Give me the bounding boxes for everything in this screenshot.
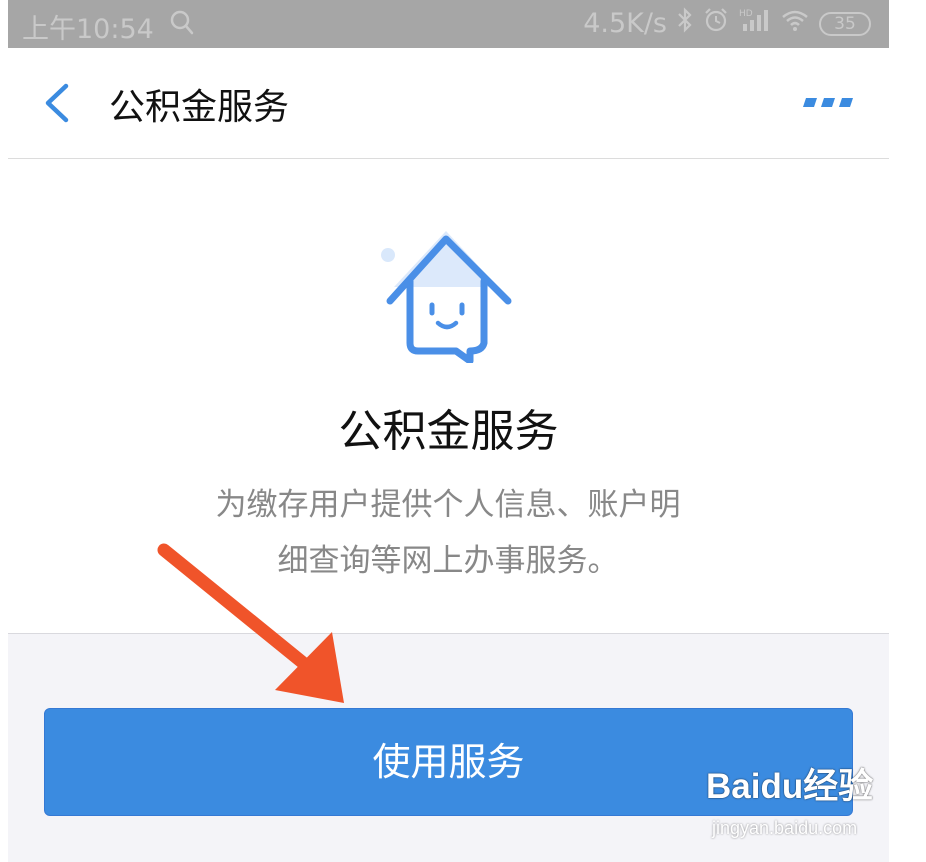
service-intro: 公积金服务 为缴存用户提供个人信息、账户明 细查询等网上办事服务。 <box>8 159 889 634</box>
baidu-watermark: Baidu经验 jingyan.baidu.com <box>706 758 882 844</box>
svg-text:HD: HD <box>739 9 753 19</box>
phone-screen: 上午10:54 4.5K/s HD 35 公积金服务 公积金服务 为缴存用户提供… <box>8 0 889 862</box>
hd-signal-icon: HD <box>739 7 771 40</box>
search-icon <box>170 10 194 43</box>
alarm-icon <box>703 7 729 40</box>
more-dots-icon <box>803 98 853 107</box>
back-button[interactable] <box>38 80 78 126</box>
watermark-logo: Baidu经验 <box>706 767 874 806</box>
chevron-left-icon <box>45 83 69 123</box>
status-indicators: 4.5K/s HD 35 <box>573 7 871 40</box>
bluetooth-icon <box>677 7 693 40</box>
watermark-url: jingyan.baidu.com <box>712 818 858 838</box>
service-description: 为缴存用户提供个人信息、账户明 细查询等网上办事服务。 <box>158 477 738 589</box>
house-smile-icon <box>381 231 512 363</box>
service-description-line: 为缴存用户提供个人信息、账户明 <box>215 487 681 523</box>
page-title: 公积金服务 <box>109 87 290 128</box>
more-button[interactable] <box>801 94 853 108</box>
wifi-icon <box>781 8 809 39</box>
network-speed: 4.5K/s <box>583 8 667 39</box>
battery-icon: 35 <box>819 11 871 36</box>
status-bar: 上午10:54 4.5K/s HD 35 <box>8 0 889 48</box>
service-description-line: 细查询等网上办事服务。 <box>277 543 619 579</box>
navigation-bar: 公积金服务 <box>8 48 889 159</box>
status-time: 上午10:54 <box>22 14 154 45</box>
service-heading: 公积金服务 <box>338 406 559 457</box>
battery-level: 35 <box>834 13 856 34</box>
